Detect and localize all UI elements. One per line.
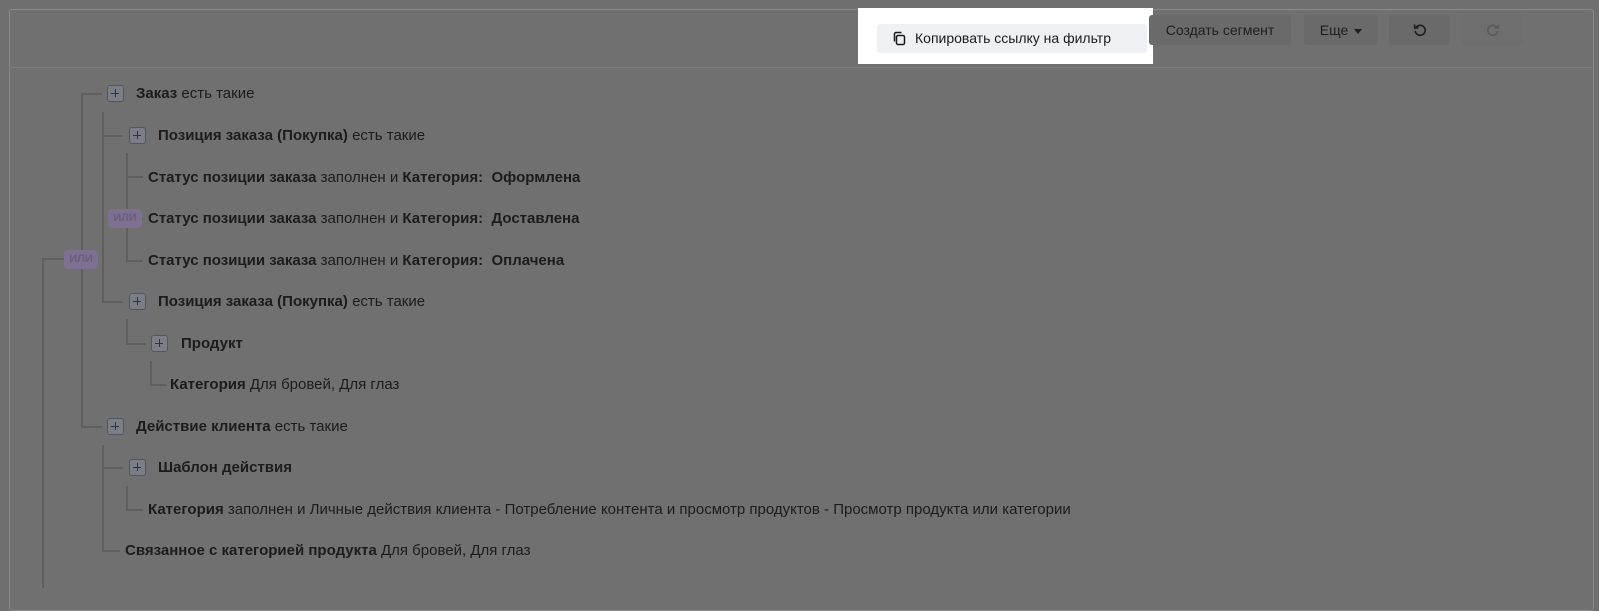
- status3-field: Статус позиции заказа: [148, 252, 317, 269]
- tree-row-status1[interactable]: Статус позиции заказа заполнен и Категор…: [148, 168, 580, 188]
- tree-line-item2-children: [126, 319, 128, 344]
- tree-row-template[interactable]: Шаблон действия: [158, 458, 292, 478]
- tree-line-template: [102, 467, 123, 469]
- create-segment-button[interactable]: Создать сегмент: [1149, 15, 1291, 45]
- order-condition: есть такие: [181, 85, 255, 102]
- tree-row-status3[interactable]: Статус позиции заказа заполнен и Категор…: [148, 251, 564, 271]
- tree-line-product-children: [150, 361, 152, 385]
- redo-button[interactable]: [1462, 15, 1523, 45]
- or-badge-main: ИЛИ: [64, 250, 98, 269]
- status1-field: Статус позиции заказа: [148, 169, 317, 186]
- tree-line-product: [126, 343, 146, 345]
- action-condition: есть такие: [274, 418, 348, 435]
- expand-order-icon[interactable]: [107, 85, 124, 102]
- template-title: Шаблон действия: [158, 459, 292, 476]
- copy-filter-link-label: Копировать ссылку на фильтр: [915, 30, 1111, 46]
- expand-item1-icon[interactable]: [129, 127, 146, 144]
- item2-title: Позиция заказа (Покупка): [158, 293, 348, 310]
- order-title: Заказ: [136, 85, 178, 102]
- undo-button[interactable]: [1389, 15, 1450, 45]
- item1-condition: есть такие: [352, 127, 426, 144]
- copy-icon: [893, 31, 906, 46]
- expand-product-icon[interactable]: [151, 335, 168, 352]
- tree-line-template-children: [126, 486, 128, 510]
- status2-field: Статус позиции заказа: [148, 210, 317, 227]
- tree-line-item1: [102, 135, 123, 137]
- chevron-down-icon: [1354, 28, 1363, 34]
- status3-value: Оплачена: [491, 252, 565, 269]
- tree-row-status2[interactable]: Статус позиции заказа заполнен и Категор…: [148, 209, 579, 229]
- action-category-field: Категория: [148, 501, 224, 518]
- tree-row-item1[interactable]: Позиция заказа (Покупка) есть такие: [158, 126, 425, 146]
- tree-row-product-category[interactable]: Категория Для бровей, Для глаз: [170, 375, 399, 395]
- action-title: Действие клиента: [136, 418, 271, 435]
- tree-line-order: [81, 93, 102, 95]
- product-category-field: Категория: [170, 376, 246, 393]
- related-field: Связанное с категорией продукта: [125, 542, 377, 559]
- redo-icon: [1487, 24, 1500, 37]
- tree-row-order[interactable]: Заказ есть такие: [136, 84, 254, 104]
- tree-line-action-category: [126, 509, 143, 511]
- expand-template-icon[interactable]: [129, 459, 146, 476]
- product-title: Продукт: [181, 335, 243, 352]
- tree-line-status3: [126, 260, 143, 262]
- status1-value: Оформлена: [491, 169, 581, 186]
- tree-line-item2: [102, 301, 123, 303]
- or-badge-status: ИЛИ: [108, 209, 142, 228]
- status1-mid: заполнен и: [320, 169, 399, 186]
- tree-row-item2[interactable]: Позиция заказа (Покупка) есть такие: [158, 292, 425, 312]
- item1-title: Позиция заказа (Покупка): [158, 127, 348, 144]
- status2-value: Доставлена: [491, 210, 580, 227]
- related-value: Для бровей, Для глаз: [380, 542, 531, 559]
- tree-line-status1: [126, 176, 143, 178]
- tree-line-related: [102, 550, 120, 552]
- action-category-value: заполнен и Личные действия клиента - Пот…: [227, 501, 1071, 518]
- status2-mid: заполнен и: [320, 210, 399, 227]
- status1-cat-label: Категория:: [402, 169, 484, 186]
- tree-line-product-category: [150, 384, 166, 386]
- tree-row-action[interactable]: Действие клиента есть такие: [136, 417, 348, 437]
- status3-cat-label: Категория:: [402, 252, 484, 269]
- tree-line-root: [42, 258, 44, 588]
- copy-filter-link-button[interactable]: Копировать ссылку на фильтр: [877, 24, 1147, 53]
- tree-line-action-children: [102, 445, 104, 551]
- tree-line-root-branch: [42, 258, 66, 260]
- expand-item2-icon[interactable]: [129, 293, 146, 310]
- tree-line-action: [81, 426, 102, 428]
- more-dropdown-button[interactable]: Еще: [1304, 15, 1378, 45]
- undo-icon: [1413, 24, 1426, 37]
- status2-cat-label: Категория:: [402, 210, 484, 227]
- product-category-value: Для бровей, Для глаз: [249, 376, 400, 393]
- tree-line-order-children: [102, 112, 104, 302]
- tree-row-related[interactable]: Связанное с категорией продукта Для бров…: [125, 541, 530, 561]
- tree-line-status: [126, 153, 128, 261]
- tree-row-product[interactable]: Продукт: [181, 334, 243, 354]
- more-label: Еще: [1319, 22, 1349, 38]
- create-segment-label: Создать сегмент: [1165, 22, 1275, 38]
- item2-condition: есть такие: [352, 293, 426, 310]
- status3-mid: заполнен и: [320, 252, 399, 269]
- expand-action-icon[interactable]: [107, 418, 124, 435]
- tree-row-action-category[interactable]: Категория заполнен и Личные действия кли…: [148, 500, 1071, 520]
